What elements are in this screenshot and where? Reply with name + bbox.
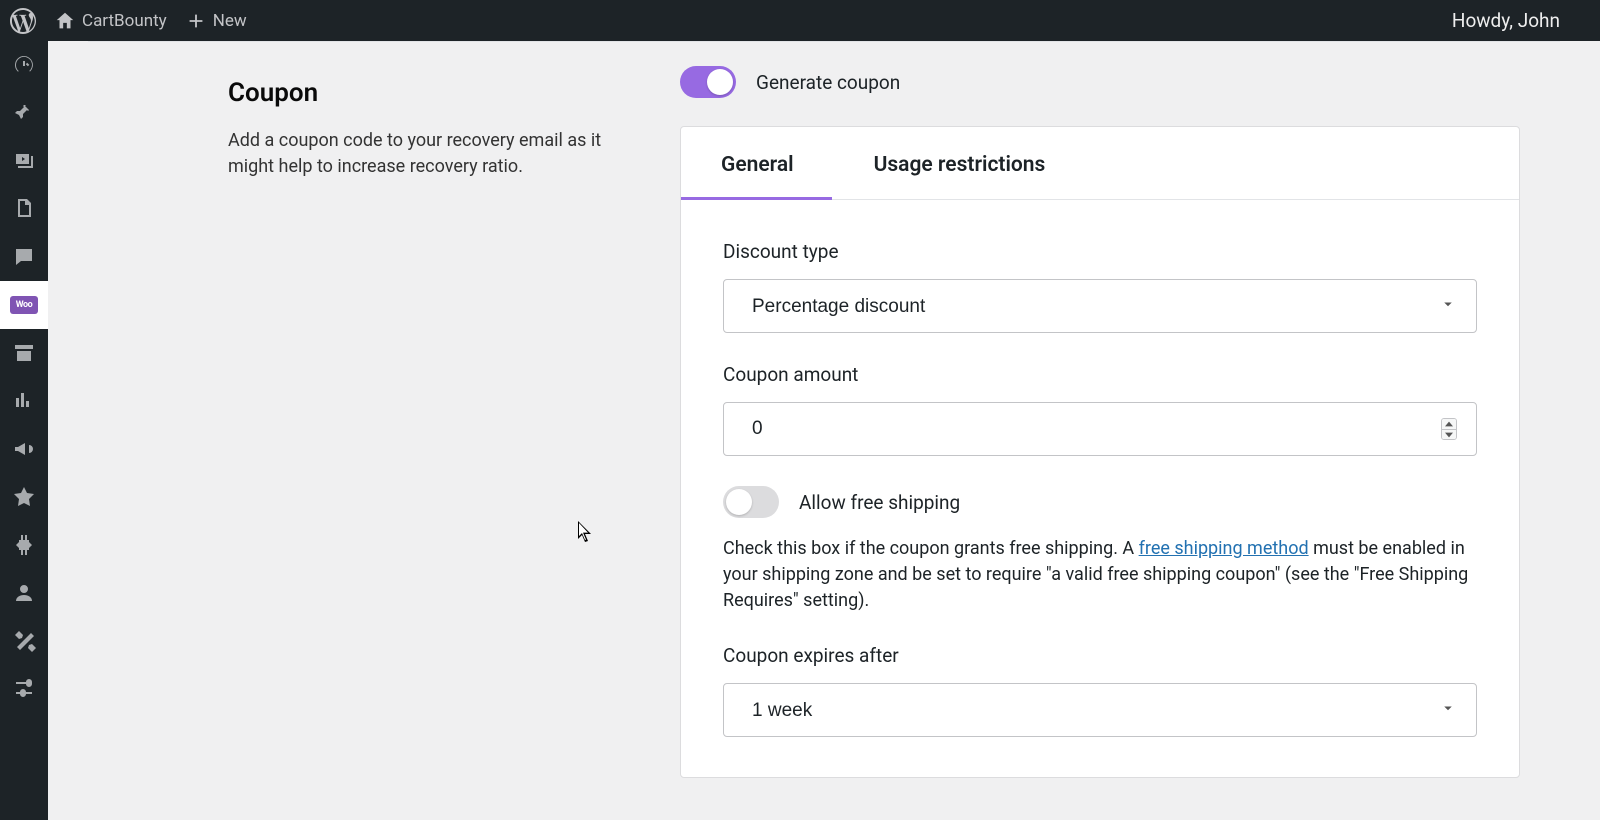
free-shipping-help-before: Check this box if the coupon grants free…	[723, 538, 1139, 559]
toggle-knob	[726, 489, 752, 515]
adminbar-howdy[interactable]: Howdy, John	[1452, 9, 1600, 32]
sidebar-tools[interactable]	[0, 617, 48, 665]
appearance-icon	[12, 485, 36, 509]
generate-coupon-toggle[interactable]	[680, 66, 736, 98]
free-shipping-toggle[interactable]	[723, 486, 779, 518]
coupon-title: Coupon	[228, 78, 648, 108]
plugins-icon	[12, 533, 36, 557]
wordpress-icon	[10, 8, 36, 34]
free-shipping-row: Allow free shipping	[723, 486, 1477, 518]
sidebar-analytics[interactable]	[0, 377, 48, 425]
discount-type-select-wrap: Percentage discount	[723, 279, 1477, 333]
coupon-settings: Generate coupon General Usage restrictio…	[680, 66, 1520, 778]
sidebar-plugins[interactable]	[0, 521, 48, 569]
sidebar-settings[interactable]	[0, 665, 48, 713]
free-shipping-method-link[interactable]: free shipping method	[1139, 538, 1309, 559]
plus-icon	[185, 10, 207, 32]
new-content-button[interactable]: New	[185, 10, 247, 32]
dashboard-icon	[12, 53, 36, 77]
chevron-down-icon	[1445, 432, 1453, 438]
chart-bar-icon	[12, 389, 36, 413]
chevron-up-icon	[1445, 421, 1453, 427]
media-icon	[12, 149, 36, 173]
admin-sidebar: Woo	[0, 41, 48, 820]
sidebar-users[interactable]	[0, 569, 48, 617]
wp-admin-bar: CartBounty New Howdy, John	[0, 0, 1600, 41]
free-shipping-help: Check this box if the coupon grants free…	[723, 536, 1477, 614]
sidebar-woocommerce[interactable]: Woo	[0, 281, 48, 329]
woocommerce-icon: Woo	[10, 296, 38, 314]
megaphone-icon	[12, 437, 36, 461]
discount-type-select[interactable]: Percentage discount	[723, 279, 1477, 333]
free-shipping-label: Allow free shipping	[799, 491, 960, 514]
generate-coupon-row: Generate coupon	[680, 66, 1520, 98]
adminbar-left: CartBounty New	[0, 8, 247, 34]
stepper-down[interactable]	[1442, 429, 1456, 439]
sidebar-appearance[interactable]	[0, 473, 48, 521]
home-icon	[54, 10, 76, 32]
new-label: New	[213, 11, 247, 31]
coupon-card-body: Discount type Percentage discount	[681, 200, 1519, 777]
coupon-expires-select[interactable]: 1 week	[723, 683, 1477, 737]
pushpin-icon	[12, 101, 36, 125]
coupon-tabbar: General Usage restrictions	[681, 127, 1519, 200]
coupon-amount-input-wrap	[723, 402, 1477, 456]
toggle-knob	[707, 69, 733, 95]
main-content: Coupon Add a coupon code to your recover…	[48, 41, 1600, 820]
sidebar-products[interactable]	[0, 329, 48, 377]
free-shipping-field: Allow free shipping Check this box if th…	[723, 486, 1477, 614]
content-wrap: Coupon Add a coupon code to your recover…	[88, 41, 1560, 778]
coupon-amount-input[interactable]	[723, 402, 1477, 456]
tools-icon	[12, 629, 36, 653]
discount-type-label: Discount type	[723, 240, 1477, 263]
howdy-label: Howdy, John	[1452, 9, 1560, 32]
users-icon	[12, 581, 36, 605]
sidebar-posts[interactable]	[0, 89, 48, 137]
coupon-expires-label: Coupon expires after	[723, 644, 1477, 667]
coupon-amount-stepper	[1441, 418, 1457, 440]
pages-icon	[12, 197, 36, 221]
sidebar-media[interactable]	[0, 137, 48, 185]
sidebar-dashboard[interactable]	[0, 41, 48, 89]
coupon-expires-select-wrap: 1 week	[723, 683, 1477, 737]
coupon-amount-field: Coupon amount	[723, 363, 1477, 456]
coupon-section: Coupon Add a coupon code to your recover…	[228, 66, 1520, 778]
wp-logo-button[interactable]	[10, 8, 36, 34]
discount-type-field: Discount type Percentage discount	[723, 240, 1477, 333]
tab-general[interactable]: General	[721, 127, 794, 199]
settings-icon	[12, 677, 36, 701]
archive-icon	[12, 341, 36, 365]
coupon-description: Add a coupon code to your recovery email…	[228, 128, 608, 180]
site-name-label: CartBounty	[82, 11, 167, 31]
comments-icon	[12, 245, 36, 269]
generate-coupon-label: Generate coupon	[756, 71, 900, 94]
sidebar-pages[interactable]	[0, 185, 48, 233]
site-home-button[interactable]: CartBounty	[54, 10, 167, 32]
coupon-expires-field: Coupon expires after 1 week	[723, 644, 1477, 737]
tab-usage-restrictions[interactable]: Usage restrictions	[874, 127, 1046, 199]
sidebar-comments[interactable]	[0, 233, 48, 281]
sidebar-marketing[interactable]	[0, 425, 48, 473]
coupon-amount-label: Coupon amount	[723, 363, 1477, 386]
coupon-card: General Usage restrictions Discount type…	[680, 126, 1520, 778]
stepper-up[interactable]	[1442, 419, 1456, 429]
coupon-intro: Coupon Add a coupon code to your recover…	[228, 66, 648, 180]
